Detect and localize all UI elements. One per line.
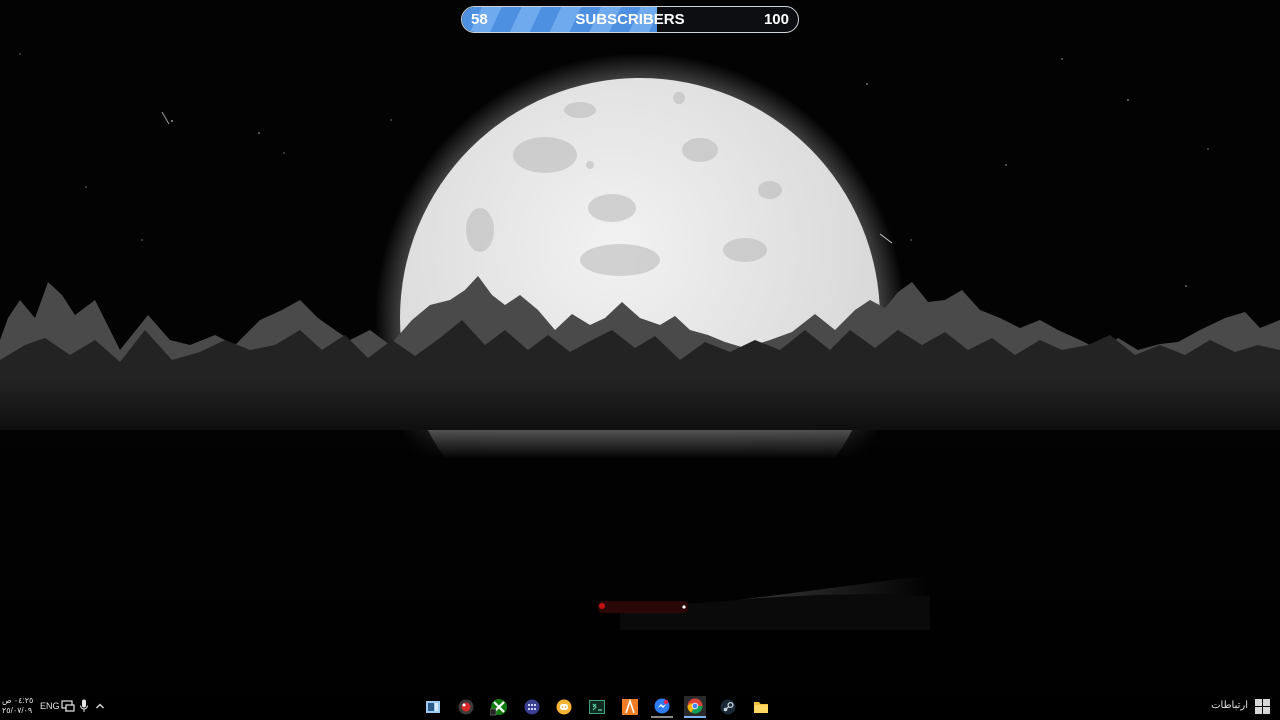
terminal-icon: [589, 700, 605, 714]
red-app-icon: [458, 699, 474, 715]
messenger-icon: [654, 698, 670, 714]
windows-logo-icon: [1255, 699, 1262, 706]
clock-date: ٢٥/٠٧/٠٩: [2, 706, 33, 715]
microphone-icon[interactable]: [79, 699, 89, 713]
subscriber-goal-widget: 58 SUBSCRIBERS 100: [461, 6, 799, 33]
taskbar-app-orange[interactable]: [619, 696, 641, 718]
task-view-icon: [426, 701, 440, 713]
clock[interactable]: ٠٤:٢٥ ص ٢٥/٠٧/٠٩: [2, 696, 36, 716]
taskbar-app-red[interactable]: [455, 696, 477, 718]
start-button[interactable]: [1255, 699, 1271, 715]
orange-a-icon: [622, 699, 638, 715]
subscriber-goal-count: 100: [763, 11, 789, 28]
taskbar: ارتباطات ENG ٠٤:٢٥ ص ٢٥/٠٧/٠٩: [0, 694, 1280, 720]
discord-icon: [556, 699, 572, 715]
taskbar-app-chrome[interactable]: [684, 696, 706, 718]
subscriber-label: SUBSCRIBERS: [575, 11, 685, 28]
taskbar-app-grid[interactable]: [521, 696, 543, 718]
chrome-icon: [687, 698, 703, 714]
clock-time: ٠٤:٢٥ ص: [2, 696, 34, 705]
folder-icon: [754, 702, 768, 713]
taskbar-app-discord[interactable]: [553, 696, 575, 718]
network-icon[interactable]: [61, 699, 75, 713]
chevron-up-icon[interactable]: [95, 701, 105, 711]
car: [598, 601, 688, 613]
steam-icon: [720, 699, 736, 715]
taskbar-app-messenger[interactable]: [651, 696, 673, 718]
connections-label[interactable]: ارتباطات: [1188, 700, 1248, 711]
taskbar-app-xbox[interactable]: [488, 696, 510, 718]
taskbar-app-steam[interactable]: [717, 696, 739, 718]
taskbar-app-explorer[interactable]: [750, 696, 772, 718]
taskbar-app-terminal[interactable]: [586, 696, 608, 718]
language-indicator[interactable]: ENG: [40, 701, 60, 711]
ground: [0, 380, 1280, 694]
xbox-icon: [490, 699, 507, 716]
grid-app-icon: [524, 699, 540, 715]
taskbar-task-view[interactable]: [422, 696, 444, 718]
desktop-wallpaper: [0, 0, 1280, 720]
